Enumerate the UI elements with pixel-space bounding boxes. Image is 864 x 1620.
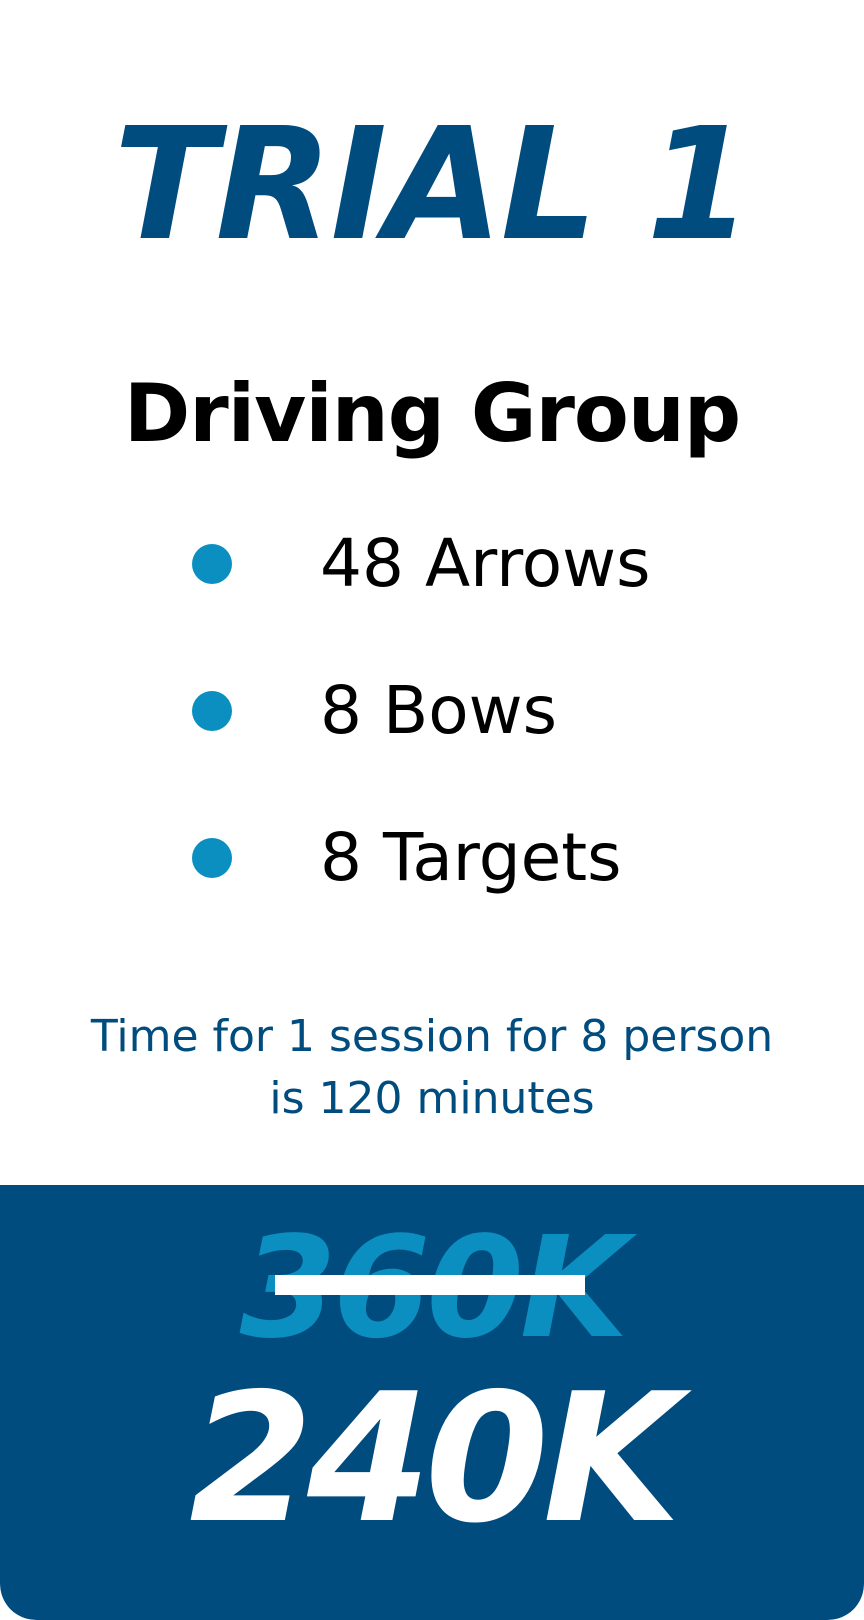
- feature-item-arrows: 48 Arrows: [192, 515, 651, 662]
- session-time-note: Time for 1 session for 8 person is 120 m…: [40, 1006, 824, 1130]
- session-time-line-1: Time for 1 session for 8 person: [90, 1011, 774, 1062]
- feature-label: 8 Bows: [320, 672, 557, 749]
- strikethrough-line: [275, 1275, 585, 1295]
- bullet-dot-icon: [192, 838, 232, 878]
- session-time-line-2: is 120 minutes: [269, 1073, 595, 1124]
- feature-label: 8 Targets: [320, 819, 622, 896]
- feature-item-bows: 8 Bows: [192, 662, 651, 809]
- bullet-dot-icon: [192, 544, 232, 584]
- bullet-dot-icon: [192, 691, 232, 731]
- feature-label: 48 Arrows: [320, 525, 651, 602]
- feature-item-targets: 8 Targets: [192, 809, 651, 956]
- trial-title: TRIAL 1: [113, 94, 752, 275]
- pricing-card: TRIAL 1 Driving Group 48 Arrows 8 Bows 8…: [0, 0, 864, 1620]
- group-title: Driving Group: [123, 367, 741, 460]
- current-price: 240K: [189, 1355, 681, 1562]
- feature-list: 48 Arrows 8 Bows 8 Targets: [192, 515, 651, 956]
